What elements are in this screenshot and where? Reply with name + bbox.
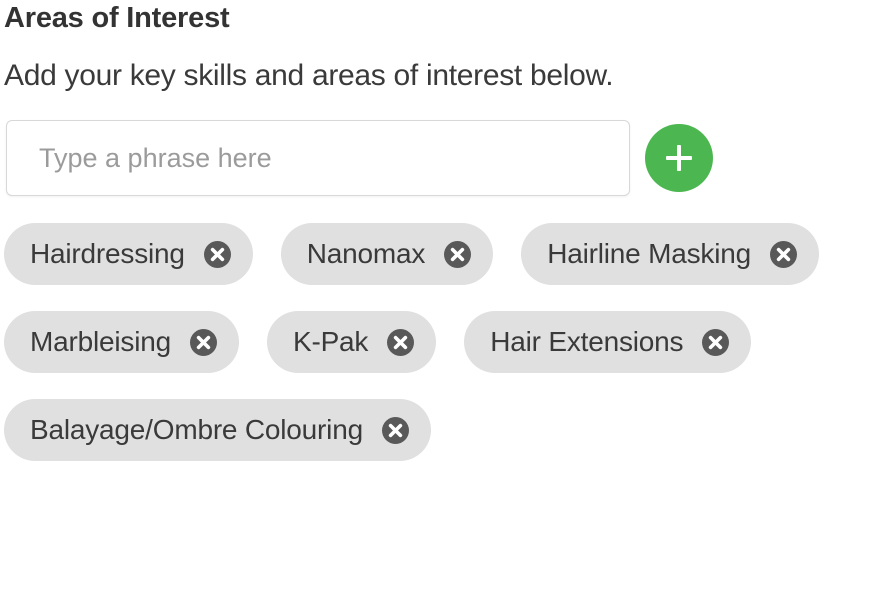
plus-icon: [666, 145, 692, 171]
interest-tag: Hair Extensions: [464, 311, 752, 373]
add-phrase-button[interactable]: [645, 124, 713, 192]
remove-tag-icon[interactable]: [381, 416, 409, 444]
interest-tag-label: Balayage/Ombre Colouring: [30, 414, 363, 445]
interest-tag: K-Pak: [266, 311, 437, 373]
interest-tag: Hairdressing: [4, 223, 253, 285]
phrase-input[interactable]: [6, 120, 630, 196]
interest-tag: Nanomax: [280, 223, 494, 285]
phrase-entry-row: [2, 120, 874, 196]
interest-tag-label: Hair Extensions: [490, 326, 684, 357]
interest-tag-label: Marbleising: [30, 326, 171, 357]
interest-tag: Hairline Masking: [521, 223, 819, 285]
remove-tag-icon[interactable]: [387, 328, 415, 356]
areas-of-interest-panel: Areas of Interest Add your key skills an…: [0, 0, 874, 594]
interest-tag-label: K-Pak: [292, 326, 369, 357]
interest-tag-label: Hairline Masking: [547, 238, 751, 269]
interest-tag-label: Nanomax: [306, 238, 426, 269]
remove-tag-icon[interactable]: [203, 240, 231, 268]
interest-tag-label: Hairdressing: [30, 238, 185, 269]
interest-tag: Marbleising: [4, 311, 239, 373]
remove-tag-icon[interactable]: [702, 328, 730, 356]
page-title: Areas of Interest: [4, 2, 230, 34]
interest-tag-list: Hairdressing Nanomax Hairline Masking Marbl…: [2, 223, 874, 461]
remove-tag-icon[interactable]: [444, 240, 472, 268]
remove-tag-icon[interactable]: [769, 240, 797, 268]
remove-tag-icon[interactable]: [189, 328, 217, 356]
section-description: Add your key skills and areas of interes…: [4, 59, 614, 92]
interest-tag: Balayage/Ombre Colouring: [4, 399, 431, 461]
